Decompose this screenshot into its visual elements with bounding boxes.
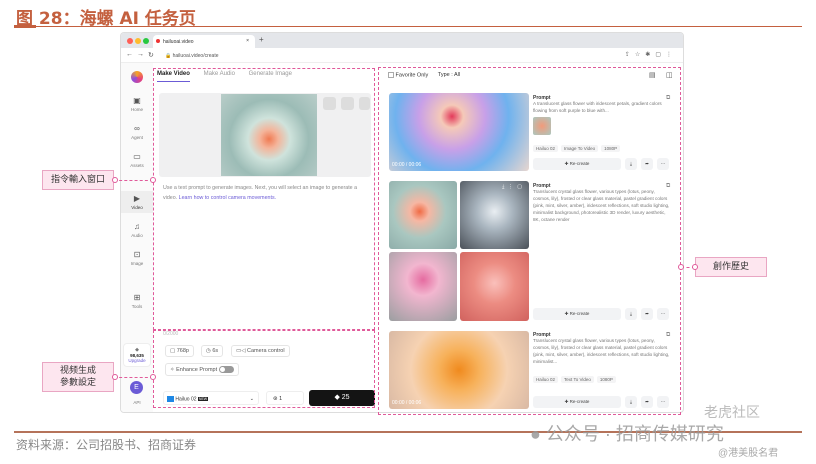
sidebar: ▣ Home ∞ Agent ▭ Assets ▶ Video ♫ Audio ⊡ Imag…	[121, 63, 153, 412]
sidebar-item-agent[interactable]: ∞ Agent	[121, 124, 153, 140]
watermark-text: 公众号 · 招商传媒研究	[545, 424, 724, 444]
sidebar-label: Home	[130, 107, 143, 112]
connector-dot	[112, 177, 118, 183]
title-rule	[14, 25, 802, 28]
sidebar-item-video[interactable]: ▶ Video	[121, 191, 153, 213]
infinity-icon: ∞	[134, 124, 140, 133]
params-label-line1: 视频生成	[59, 365, 96, 376]
credits-upgrade[interactable]: ◆ 98,635 Upgrade	[123, 343, 151, 367]
folder-icon: ▭	[133, 152, 141, 161]
close-window-button[interactable]	[127, 38, 133, 44]
hailuo-logo[interactable]	[131, 71, 143, 83]
grid-icon: ⊞	[133, 293, 141, 302]
url-text: hailuoai.video/create	[172, 53, 219, 59]
browser-toolbar-icons[interactable]: ⇪☆✱▢⋮	[625, 51, 677, 58]
connector	[114, 377, 153, 378]
tab-bar: hailuoai.video × +	[121, 33, 683, 48]
params-highlight	[153, 330, 375, 408]
params-label-line2: 參數設定	[59, 377, 96, 387]
connector-dot	[150, 177, 156, 183]
address-bar: ← → ↻ 🔒 hailuoai.video/create ⇪☆✱▢⋮	[121, 48, 683, 63]
close-tab-icon[interactable]: ×	[246, 38, 249, 44]
sidebar-item-image[interactable]: ⊡ Image	[121, 250, 153, 266]
video-icon: ▶	[133, 194, 141, 203]
sidebar-label: Assets	[130, 163, 144, 168]
sidebar-label: Tools	[131, 304, 143, 309]
sidebar-item-assets[interactable]: ▭ Assets	[121, 152, 153, 168]
params-label: 视频生成 參數設定	[42, 362, 114, 392]
watermark: ● 公众号 · 招商传媒研究	[530, 424, 724, 444]
sidebar-label: Video	[131, 205, 143, 210]
sidebar-label: Agent	[131, 135, 143, 140]
watermark: 老虎社区	[704, 404, 760, 420]
browser-tab[interactable]: hailuoai.video ×	[153, 35, 255, 48]
url-field[interactable]: 🔒 hailuoai.video/create	[165, 53, 219, 59]
sidebar-label: Audio	[131, 233, 143, 238]
reload-icon[interactable]: ↻	[148, 51, 154, 59]
favicon-icon	[156, 39, 160, 43]
input-window-label: 指令輸入窗口	[42, 170, 114, 190]
new-tab-button[interactable]: +	[259, 35, 264, 44]
history-label: 創作歷史	[695, 257, 767, 277]
sidebar-item-tools[interactable]: ⊞ Tools	[121, 293, 153, 309]
sidebar-item-home[interactable]: ▣ Home	[121, 96, 153, 112]
forward-icon[interactable]: →	[137, 51, 144, 58]
minimize-window-button[interactable]	[135, 38, 141, 44]
sidebar-item-audio[interactable]: ♫ Audio	[121, 222, 153, 238]
connector	[114, 180, 153, 181]
image-icon: ⊡	[133, 250, 141, 259]
watermark: @港美股名君	[718, 448, 779, 459]
source-note: 资料来源：公司招股书、招商证券	[16, 438, 197, 452]
avatar[interactable]: E	[130, 381, 143, 394]
connector-dot	[678, 264, 684, 270]
input-window-highlight	[153, 68, 375, 330]
tab-title: hailuoai.video	[163, 39, 194, 45]
history-highlight	[378, 67, 681, 415]
upgrade-link[interactable]: Upgrade	[128, 358, 145, 363]
back-icon[interactable]: ←	[126, 51, 133, 58]
audio-icon: ♫	[134, 222, 140, 231]
api-link[interactable]: API	[121, 400, 153, 405]
connector-dot	[112, 374, 118, 380]
connector-dot	[692, 264, 698, 270]
connector-dot	[150, 374, 156, 380]
calendar-icon: ▣	[133, 96, 141, 105]
maximize-window-button[interactable]	[143, 38, 149, 44]
sidebar-label: Image	[130, 261, 144, 266]
